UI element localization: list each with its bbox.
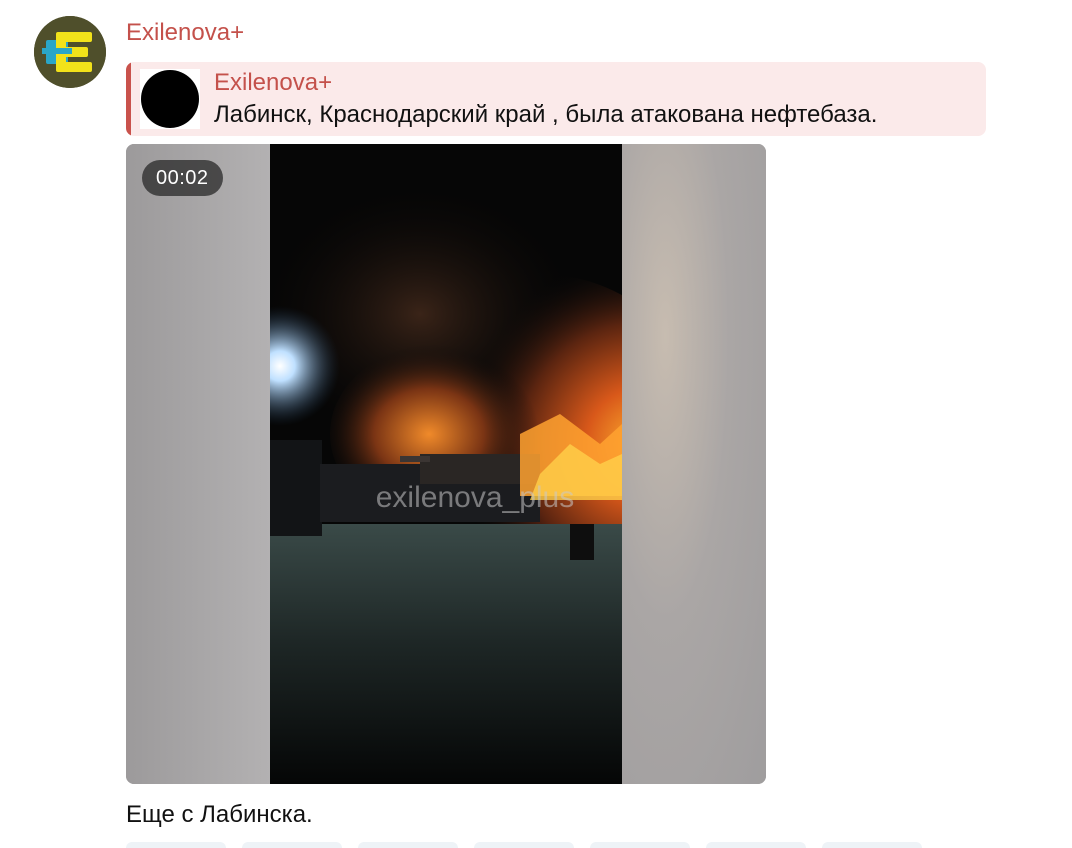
message-feed: Exilenova+ Exilenova+ Лабинск, Краснодар… [0,0,1072,848]
reply-accent-bar [126,62,131,136]
video-blur-right [622,144,766,784]
reaction-chip[interactable] [474,842,574,848]
reply-author: Exilenova+ [214,69,333,96]
reply-thumbnail-image [141,70,199,128]
channel-avatar[interactable] [34,16,106,88]
video-watermark: exilenova_plus [375,481,575,514]
reply-thumbnail-icon [140,69,200,129]
reply-quote[interactable]: Exilenova+ Лабинск, Краснодарский край ,… [126,62,986,136]
video-frame [270,144,622,784]
reaction-chip[interactable] [706,842,806,848]
reaction-bar [126,842,922,848]
video-thumbnail-image [270,144,622,784]
channel-logo-icon [34,16,106,88]
video-player[interactable]: exilenova_plus 00:02 [126,144,766,784]
reaction-chip[interactable] [822,842,922,848]
reaction-chip[interactable] [242,842,342,848]
video-blur-left [126,144,270,784]
reaction-chip[interactable] [358,842,458,848]
reply-text: Лабинск, Краснодарский край , была атако… [214,101,878,128]
message-caption: Еще с Лабинска. [126,801,313,828]
message-author[interactable]: Exilenova+ [126,18,244,48]
video-duration-badge: 00:02 [142,160,223,196]
reaction-chip[interactable] [590,842,690,848]
reaction-chip[interactable] [126,842,226,848]
